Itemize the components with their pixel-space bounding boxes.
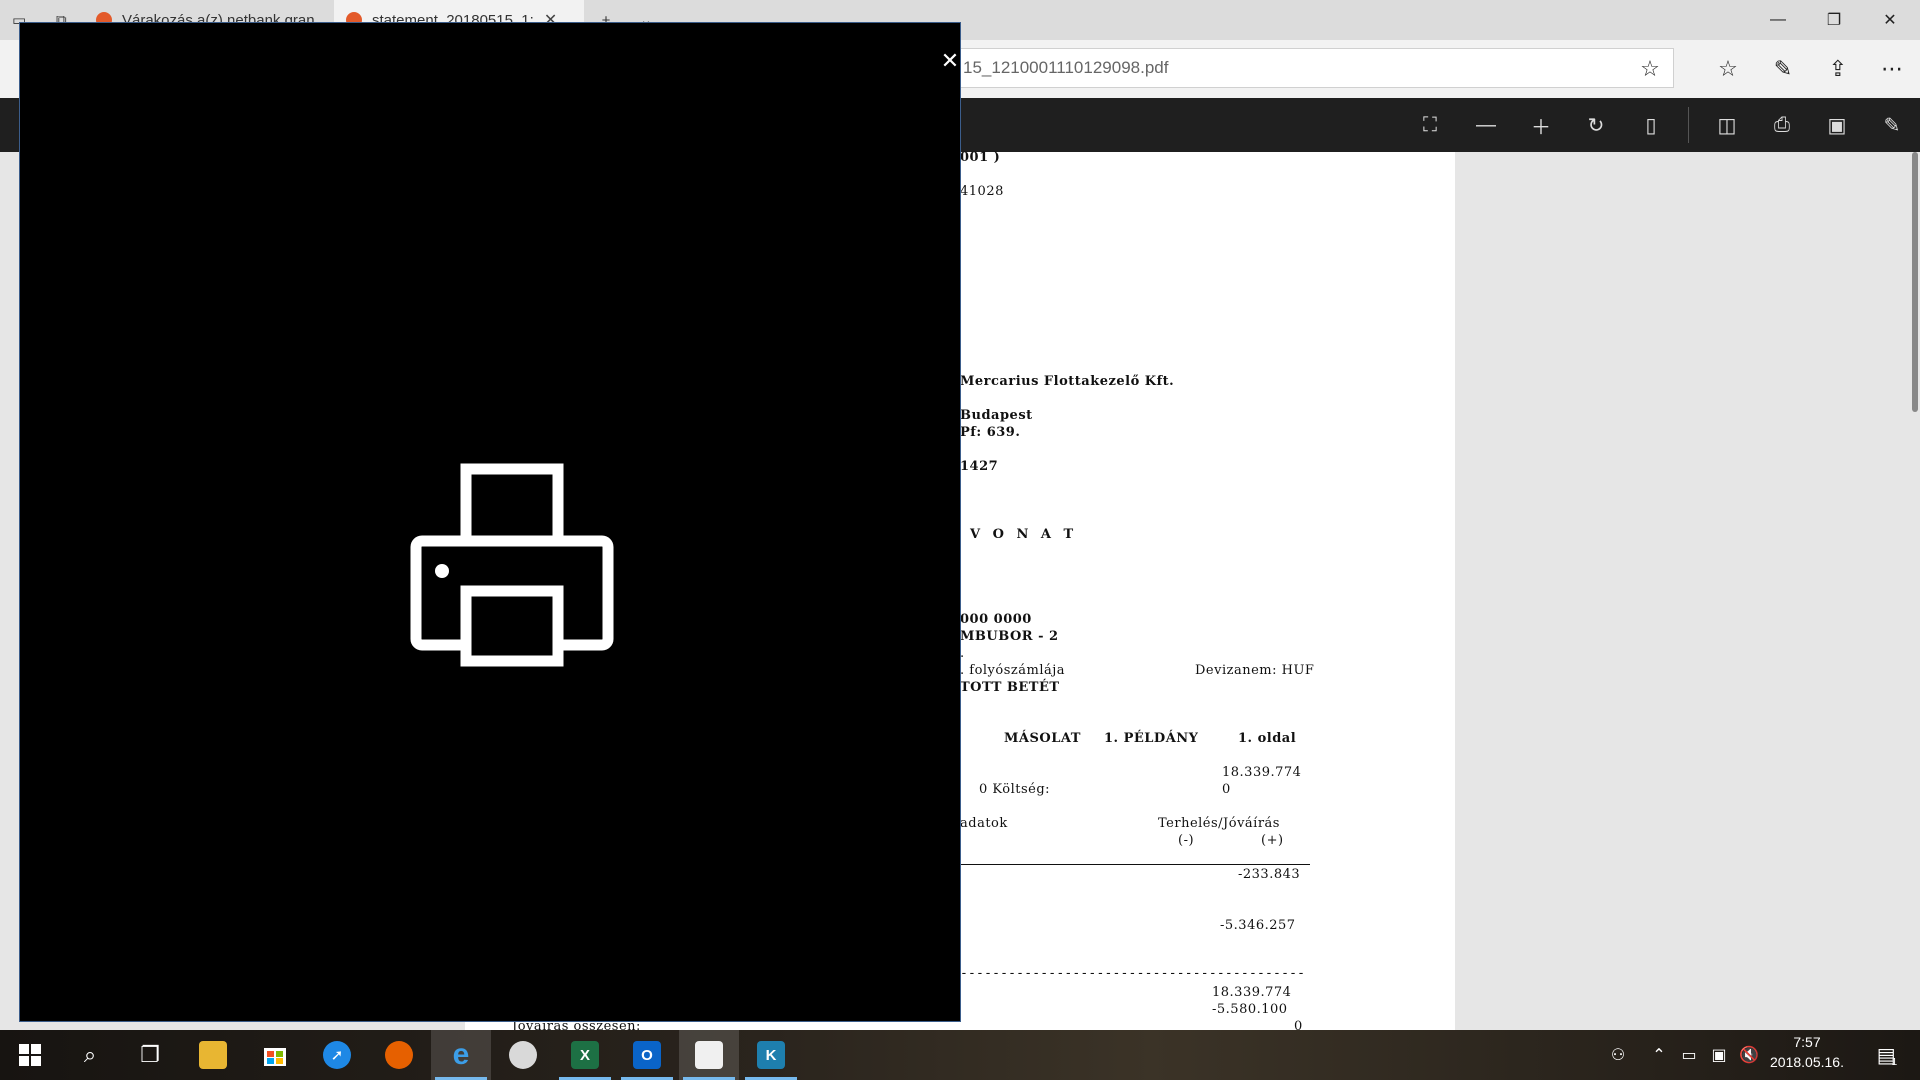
- firefox-icon[interactable]: [369, 1030, 429, 1080]
- app-k-icon[interactable]: K: [741, 1030, 801, 1080]
- doc-line: -5.346.257: [1220, 918, 1296, 933]
- doc-line: MBUBOR - 2: [960, 629, 1059, 644]
- page-view-icon[interactable]: ▯: [1636, 110, 1666, 140]
- network-icon[interactable]: ▣: [1704, 1030, 1734, 1080]
- notification-count: 1: [1891, 1056, 1898, 1068]
- pdf-scrollbar[interactable]: [1912, 152, 1918, 412]
- zoom-out-icon[interactable]: —: [1471, 110, 1501, 140]
- file-explorer-icon[interactable]: [183, 1030, 243, 1080]
- doc-line: 41028: [960, 184, 1004, 199]
- doc-line: Devizanem: HUF: [1195, 663, 1315, 678]
- clock-date: 2018.05.16.: [1770, 1054, 1844, 1070]
- doc-line: 0 Költség:: [979, 782, 1051, 797]
- doc-rule: [960, 864, 1310, 865]
- doc-line: 1. oldal: [1238, 731, 1297, 746]
- favorite-star-icon[interactable]: ☆: [1630, 54, 1670, 84]
- print-icon[interactable]: ⎙: [1767, 110, 1797, 140]
- doc-line: 000 0000: [960, 612, 1032, 627]
- doc-line: MÁSOLAT: [1004, 731, 1081, 746]
- doc-line: 001 ): [960, 150, 1001, 165]
- paint-icon[interactable]: [493, 1030, 553, 1080]
- fit-page-icon[interactable]: ⛶: [1415, 110, 1445, 140]
- excel-icon[interactable]: X: [555, 1030, 615, 1080]
- doc-line: 18.339.774: [1212, 985, 1292, 1000]
- clock-time: 7:57: [1793, 1034, 1821, 1050]
- minimize-button[interactable]: —: [1750, 0, 1806, 40]
- task-view-icon[interactable]: ❐: [120, 1030, 180, 1080]
- doc-line: 1. PÉLDÁNY: [1104, 731, 1199, 746]
- overlay-close-icon[interactable]: ✕: [930, 41, 970, 81]
- battery-icon[interactable]: ▭: [1674, 1030, 1704, 1080]
- doc-line: -5.580.100: [1212, 1002, 1288, 1017]
- start-icon[interactable]: [0, 1030, 60, 1080]
- app-white-icon[interactable]: [679, 1030, 739, 1080]
- store-icon[interactable]: [245, 1030, 305, 1080]
- url-text: 15_1210001110129098.pdf: [963, 58, 1169, 77]
- toolbar-separator: [1688, 107, 1689, 143]
- doc-line: Mercarius Flottakezelő Kft.: [960, 374, 1175, 389]
- search-icon[interactable]: ⌕: [60, 1030, 120, 1080]
- zoom-in-icon[interactable]: ＋: [1526, 110, 1556, 140]
- doc-line: Budapest: [960, 408, 1033, 423]
- save-icon[interactable]: ▣: [1822, 110, 1852, 140]
- read-aloud-icon[interactable]: ◫: [1712, 110, 1742, 140]
- doc-line: V O N A T: [970, 527, 1078, 542]
- rotate-icon[interactable]: ↻: [1581, 110, 1611, 140]
- doc-line: TOTT BETÉT: [960, 680, 1060, 695]
- people-icon[interactable]: ⚇: [1598, 1030, 1638, 1080]
- print-preparing-overlay: ✕: [19, 22, 961, 1022]
- doc-line: 18.339.774: [1222, 765, 1302, 780]
- taskbar-clock[interactable]: 7:57 2018.05.16.: [1762, 1032, 1852, 1078]
- action-center-icon[interactable]: ▤ 1: [1862, 1030, 1912, 1080]
- edge-icon[interactable]: e: [431, 1030, 491, 1080]
- volume-muted-icon[interactable]: 🔇: [1734, 1030, 1764, 1080]
- doc-line: Terhelés/Jóváírás: [1158, 816, 1280, 831]
- doc-line: 0: [1222, 782, 1231, 797]
- tray-chevron-icon[interactable]: ⌃: [1644, 1030, 1674, 1080]
- doc-dashes: ----------------------------------------…: [960, 966, 1306, 981]
- outlook-icon[interactable]: O: [617, 1030, 677, 1080]
- doc-line: (-): [1178, 833, 1195, 848]
- save-as-icon[interactable]: ✎: [1877, 110, 1907, 140]
- doc-line: (+): [1261, 833, 1284, 848]
- share-icon[interactable]: ⇪: [1818, 54, 1858, 84]
- favorites-hub-icon[interactable]: ☆: [1708, 54, 1748, 84]
- pdf-margin-right: [1455, 152, 1920, 1030]
- app-blue-icon[interactable]: ➚: [307, 1030, 367, 1080]
- url-field[interactable]: 15_1210001110129098.pdf: [952, 48, 1674, 88]
- restore-button[interactable]: ❐: [1806, 0, 1862, 40]
- doc-line: adatok: [960, 816, 1008, 831]
- printer-icon: [410, 463, 614, 667]
- doc-line: -233.843: [1238, 867, 1301, 882]
- more-menu-icon[interactable]: ⋯: [1872, 54, 1912, 84]
- doc-line: Pf: 639.: [960, 425, 1021, 440]
- notes-pen-icon[interactable]: ✎: [1763, 54, 1803, 84]
- doc-line: . folyószámlája: [960, 663, 1066, 678]
- close-window-button[interactable]: ✕: [1862, 0, 1918, 40]
- doc-line: 1427: [960, 459, 999, 474]
